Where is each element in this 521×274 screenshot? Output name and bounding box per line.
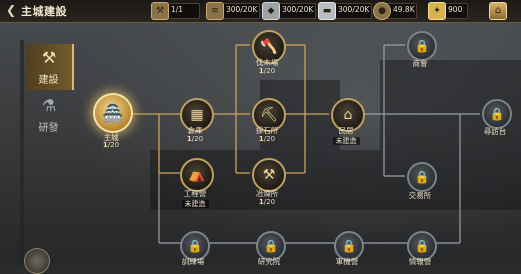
- pickaxe-icon: ⛏: [260, 107, 278, 123]
- node-level: 1/20: [258, 67, 276, 75]
- lock-icon: 🔒: [414, 39, 430, 53]
- node-status: 未建造: [155, 199, 235, 209]
- crates-icon: ▦: [190, 107, 204, 123]
- furnace-icon: ⚒: [262, 167, 276, 183]
- node-level: 1/20: [258, 198, 276, 206]
- node-level: 1/20: [186, 135, 204, 143]
- house-icon: ⌂: [343, 107, 353, 123]
- lock-icon: 🔒: [341, 239, 357, 253]
- lock-icon: 🔒: [489, 107, 505, 121]
- axe-icon: 🪓: [260, 39, 278, 55]
- lock-icon: 🔒: [263, 239, 279, 253]
- node-level: 1/20: [102, 141, 120, 149]
- lock-icon: 🔒: [187, 239, 203, 253]
- node-level: 1/20: [258, 135, 276, 143]
- castle-icon: 🏯: [101, 102, 125, 124]
- node-status: 未建造: [306, 136, 386, 146]
- lock-icon: 🔒: [414, 239, 430, 253]
- lock-icon: 🔒: [414, 170, 430, 184]
- avatar[interactable]: [24, 248, 50, 274]
- tent-icon: ⛺: [188, 167, 206, 183]
